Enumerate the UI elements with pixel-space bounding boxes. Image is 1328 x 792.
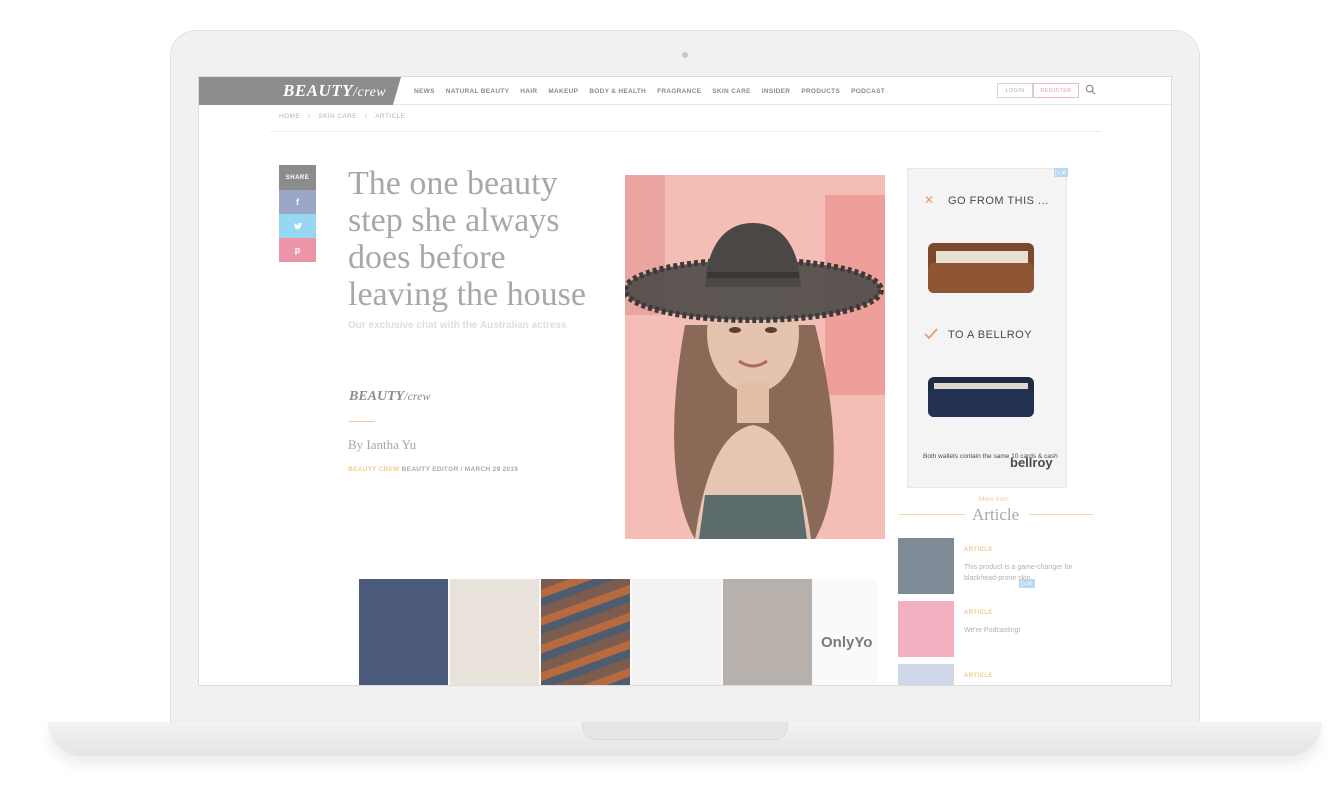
browser-screen: BEAUTY/crew NEWS NATURAL BEAUTY HAIR MAK…: [198, 76, 1172, 686]
article-thumbnail: [898, 601, 954, 657]
byline-logo-sub: /crew: [404, 389, 431, 403]
ad-product-image: [450, 579, 539, 685]
cross-icon: ✕: [924, 193, 935, 207]
hero-image: [625, 175, 885, 539]
byline-logo-main: BEAUTY: [349, 389, 405, 404]
article-author: By Iantha Yu: [348, 437, 417, 452]
nav-link-fragrance[interactable]: FRAGRANCE: [657, 88, 701, 95]
ad-product-image: [541, 579, 630, 685]
ad-close-icon[interactable]: ▷✕: [1019, 579, 1035, 588]
logo-main: BEAUTY: [283, 81, 354, 100]
logo-sub: /crew: [353, 85, 387, 100]
more-from-rule-left: [899, 514, 965, 515]
camera-icon: [682, 52, 688, 58]
ad-product-image: [723, 579, 812, 685]
nav-link-makeup[interactable]: MAKEUP: [548, 88, 578, 95]
meta-details: BEAUTY EDITOR / MARCH 29 2019: [399, 466, 519, 473]
bellroy-logo: bellroy: [1010, 455, 1053, 470]
article-category: ARTICLE: [964, 610, 993, 616]
hero-portrait-illustration: [625, 175, 885, 539]
article-headline[interactable]: We're Podcasting!: [964, 625, 1084, 636]
nav-link-products[interactable]: PRODUCTS: [801, 88, 840, 95]
ad-product-image: [632, 579, 721, 685]
breadcrumb-sep: /: [364, 113, 368, 120]
article-subtitle: Our exclusive chat with the Australian a…: [348, 320, 567, 331]
breadcrumb-skin-care[interactable]: SKIN CARE: [318, 113, 357, 120]
nav-link-hair[interactable]: HAIR: [520, 88, 537, 95]
meta-source[interactable]: BEAUTY CREW: [348, 466, 400, 473]
list-item[interactable]: ARTICLE We're Podcasting!: [898, 601, 1098, 657]
register-button[interactable]: REGISTER: [1033, 83, 1079, 98]
share-twitter-button[interactable]: [279, 214, 316, 238]
article-category: ARTICLE: [964, 547, 993, 553]
top-nav: BEAUTY/crew NEWS NATURAL BEAUTY HAIR MAK…: [199, 77, 1171, 105]
twitter-icon: [293, 222, 302, 229]
more-from-rule-right: [1029, 514, 1093, 515]
nav-link-insider[interactable]: INSIDER: [762, 88, 790, 95]
ad-line-1: GO FROM THIS ...: [948, 195, 1049, 207]
breadcrumb-home[interactable]: HOME: [279, 113, 300, 120]
byline-divider: [349, 421, 375, 422]
share-bar: SHARE f p: [279, 165, 316, 262]
facebook-icon: f: [296, 197, 299, 207]
breadcrumb-divider: [271, 131, 1101, 132]
nav-link-body-health[interactable]: BODY & HEALTH: [589, 88, 646, 95]
breadcrumb: HOME / SKIN CARE / ARTICLE: [279, 113, 405, 120]
nav-link-natural-beauty[interactable]: NATURAL BEAUTY: [446, 88, 510, 95]
nav-link-podcast[interactable]: PODCAST: [851, 88, 885, 95]
wallet-brown-image: [928, 243, 1034, 293]
article-category: ARTICLE: [964, 673, 993, 679]
pinterest-icon: p: [294, 245, 301, 255]
share-pinterest-button[interactable]: p: [279, 238, 316, 262]
ad-close-icon[interactable]: ▷✕: [1054, 168, 1068, 177]
article-meta: BEAUTY CREW BEAUTY EDITOR / MARCH 29 201…: [348, 466, 518, 473]
article-thumbnail: [898, 538, 954, 594]
more-from-title: Article: [972, 505, 1020, 524]
share-label: SHARE: [279, 165, 316, 190]
nav-link-skin-care[interactable]: SKIN CARE: [712, 88, 750, 95]
site-logo[interactable]: BEAUTY/crew: [199, 77, 401, 105]
onlyyo-logo: OnlyYo: [821, 634, 873, 651]
nav-links: NEWS NATURAL BEAUTY HAIR MAKEUP BODY & H…: [414, 77, 885, 105]
search-icon[interactable]: [1085, 84, 1096, 95]
logo-text: BEAUTY/crew: [283, 81, 386, 101]
ad-line-2: TO A BELLROY: [948, 329, 1033, 341]
article-title: The one beauty step she always does befo…: [348, 165, 586, 313]
ad-bellroy[interactable]: ▷✕ ✕ GO FROM THIS ... TO A BELLROY Both …: [907, 168, 1068, 488]
more-from-label: More from: [979, 496, 1009, 503]
check-icon: [924, 328, 938, 340]
breadcrumb-sep: /: [308, 113, 311, 120]
laptop-notch: [582, 722, 788, 740]
nav-link-news[interactable]: NEWS: [414, 88, 435, 95]
breadcrumb-article: ARTICLE: [375, 113, 406, 120]
share-facebook-button[interactable]: f: [279, 190, 316, 214]
login-button[interactable]: LOGIN: [997, 83, 1033, 98]
list-item[interactable]: ARTICLE This product is a game-changer f…: [898, 538, 1098, 594]
wallet-navy-image: [928, 377, 1034, 417]
list-item[interactable]: ARTICLE: [898, 664, 1098, 685]
byline-logo: BEAUTY/crew: [349, 389, 430, 405]
article-thumbnail: [898, 664, 954, 685]
ad-onlyyo[interactable]: OnlyYo ▷✕: [359, 579, 1035, 685]
ad-product-image: [359, 579, 448, 685]
